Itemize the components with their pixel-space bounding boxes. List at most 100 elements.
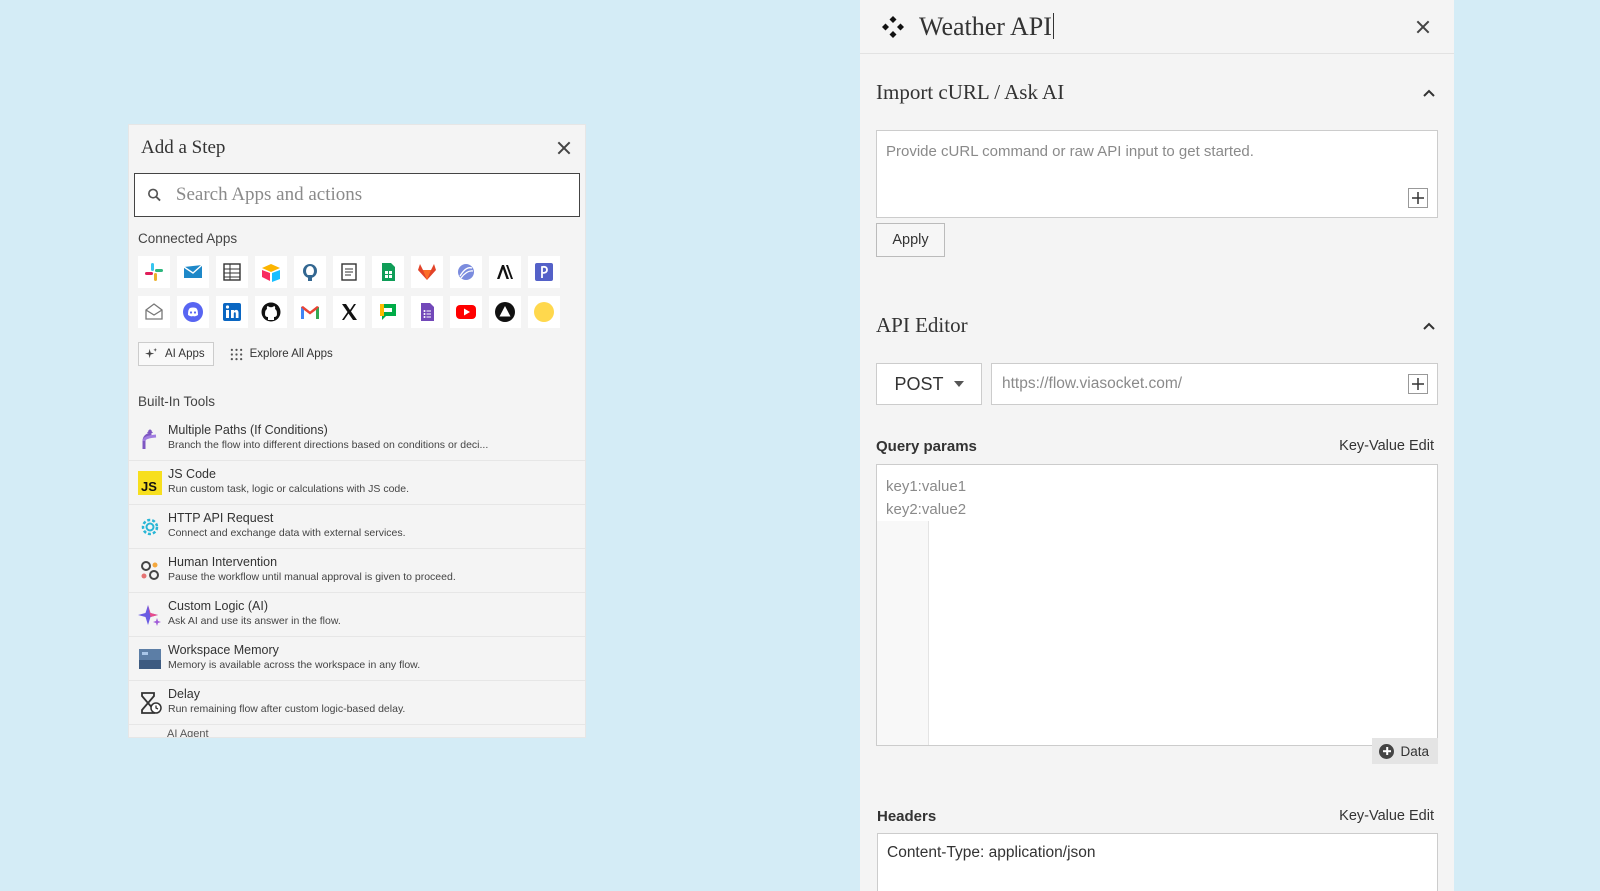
apply-button[interactable]: Apply <box>876 223 945 257</box>
pipedrive-icon[interactable] <box>528 256 560 288</box>
built-in-tools-label: Built-In Tools <box>138 394 216 409</box>
chevron-up-icon[interactable] <box>1422 319 1436 333</box>
chevron-up-icon[interactable] <box>1422 86 1436 100</box>
tool-desc: Branch the flow into different direction… <box>168 439 489 451</box>
tool-desc: Connect and exchange data with external … <box>168 527 406 539</box>
search-icon <box>148 188 161 202</box>
google-chat-icon[interactable] <box>372 296 404 328</box>
request-row: POST <box>876 363 1438 405</box>
query-key-value-edit-link[interactable]: Key-Value Edit <box>1339 438 1434 455</box>
headers-editor[interactable]: Content-Type: application/json <box>877 833 1438 891</box>
discord-icon[interactable] <box>177 296 209 328</box>
headers-key-value-edit-link[interactable]: Key-Value Edit <box>1339 808 1434 825</box>
doc-icon[interactable] <box>333 256 365 288</box>
data-label: Data <box>1400 743 1429 759</box>
yellow-circle-icon[interactable] <box>528 296 560 328</box>
tool-human-intervention[interactable]: Human Intervention Pause the workflow unt… <box>129 549 585 593</box>
editor-section-title: API Editor <box>876 313 968 337</box>
ai-apps-label: AI Apps <box>165 348 205 360</box>
url-input[interactable] <box>1002 375 1385 393</box>
method-value: POST <box>894 373 944 394</box>
data-button[interactable]: Data <box>1372 738 1438 764</box>
grid-icon <box>230 348 242 360</box>
tool-delay[interactable]: Delay Run remaining flow after custom log… <box>129 681 585 725</box>
github-icon[interactable] <box>255 296 287 328</box>
envelope-open-icon[interactable] <box>138 296 170 328</box>
memory-icon <box>139 649 161 669</box>
tool-desc: Run custom task, logic or calculations w… <box>168 483 410 495</box>
add-url-variable-button[interactable] <box>1408 374 1428 394</box>
query-params-title: Query params <box>876 438 977 455</box>
branch-icon <box>142 429 157 449</box>
close-icon[interactable] <box>1414 18 1432 36</box>
anthropic-icon[interactable] <box>489 256 521 288</box>
tool-name: Workspace Memory <box>168 643 279 657</box>
google-forms-icon[interactable] <box>411 296 443 328</box>
linkedin-icon[interactable] <box>216 296 248 328</box>
gmail-icon[interactable] <box>294 296 326 328</box>
connected-apps-grid <box>129 256 585 328</box>
sphere-icon[interactable] <box>450 256 482 288</box>
plus-circle-icon <box>1379 743 1395 759</box>
tool-multiple-paths[interactable]: Multiple Paths (If Conditions) Branch the… <box>129 417 585 461</box>
google-sheets-icon[interactable] <box>372 256 404 288</box>
slack-icon[interactable] <box>138 256 170 288</box>
curl-input[interactable] <box>886 143 1428 187</box>
api-header: Weather API <box>860 0 1454 54</box>
tool-custom-logic-ai[interactable]: Custom Logic (AI) Ask AI and use its answ… <box>129 593 585 637</box>
editor-gutter <box>877 521 929 745</box>
add-step-title: Add a Step <box>141 137 226 158</box>
tool-name: Multiple Paths (If Conditions) <box>168 423 328 437</box>
tool-js-code[interactable]: JS JS Code Run custom task, logic or calc… <box>129 461 585 505</box>
table-icon[interactable] <box>216 256 248 288</box>
tool-name: Human Intervention <box>168 555 278 569</box>
tool-desc: Ask AI and use its answer in the flow. <box>168 615 341 627</box>
query-params-header: Query params Key-Value Edit <box>860 438 1454 455</box>
explore-all-apps-label: Explore All Apps <box>249 348 333 360</box>
triangle-icon[interactable] <box>489 296 521 328</box>
human-gears-icon <box>141 561 159 580</box>
tool-http-api-request[interactable]: HTTP API Request Connect and exchange dat… <box>129 505 585 549</box>
postgres-icon[interactable] <box>294 256 326 288</box>
search-input[interactable] <box>175 184 579 206</box>
plus-icon <box>1412 192 1424 204</box>
x-icon[interactable] <box>333 296 365 328</box>
editor-section-header[interactable]: API Editor <box>860 313 1454 338</box>
explore-all-apps-button[interactable]: Explore All Apps <box>224 342 341 366</box>
query-params-placeholder: key1:value1 key2:value2 <box>886 478 967 518</box>
import-section-title: Import cURL / Ask AI <box>876 80 1065 104</box>
ai-apps-button[interactable]: AI Apps <box>138 342 214 366</box>
svg-text:JS: JS <box>141 479 157 494</box>
ai-sparkle-icon <box>138 605 161 626</box>
method-select[interactable]: POST <box>876 363 982 405</box>
js-icon: JS <box>138 471 162 495</box>
tool-workspace-memory[interactable]: Workspace Memory Memory is available acro… <box>129 637 585 681</box>
gear-api-icon <box>141 518 159 536</box>
headers-value: Content-Type: application/json <box>887 844 1096 861</box>
gitlab-icon[interactable] <box>411 256 443 288</box>
headers-header: Headers Key-Value Edit <box>860 808 1454 825</box>
import-section-header[interactable]: Import cURL / Ask AI <box>860 80 1454 105</box>
airtable-icon[interactable] <box>255 256 287 288</box>
plus-icon <box>1412 378 1424 390</box>
add-step-header: Add a Step <box>129 125 585 171</box>
tool-desc: Memory is available across the workspace… <box>168 659 421 671</box>
mail-icon[interactable] <box>177 256 209 288</box>
hourglass-icon <box>141 692 162 714</box>
url-field[interactable] <box>991 363 1438 405</box>
tool-partial[interactable]: AI Agent <box>129 725 585 737</box>
add-variable-button[interactable] <box>1408 188 1428 208</box>
search-field[interactable] <box>134 173 580 217</box>
api-panel: Weather API Import cURL / Ask AI Apply A… <box>860 0 1454 891</box>
sparkle-icon <box>145 347 158 358</box>
caret-down-icon <box>953 381 964 387</box>
close-icon[interactable] <box>555 139 573 157</box>
tool-name: HTTP API Request <box>168 511 274 525</box>
app-actions: AI Apps Explore All Apps <box>129 328 585 366</box>
tool-name: JS Code <box>168 467 216 481</box>
youtube-icon[interactable] <box>450 296 482 328</box>
tool-desc: Run remaining flow after custom logic-ba… <box>168 703 406 715</box>
curl-input-box[interactable] <box>876 130 1438 218</box>
api-title[interactable]: Weather API <box>919 12 1414 42</box>
query-params-editor[interactable]: key1:value1 key2:value2 <box>876 464 1438 746</box>
